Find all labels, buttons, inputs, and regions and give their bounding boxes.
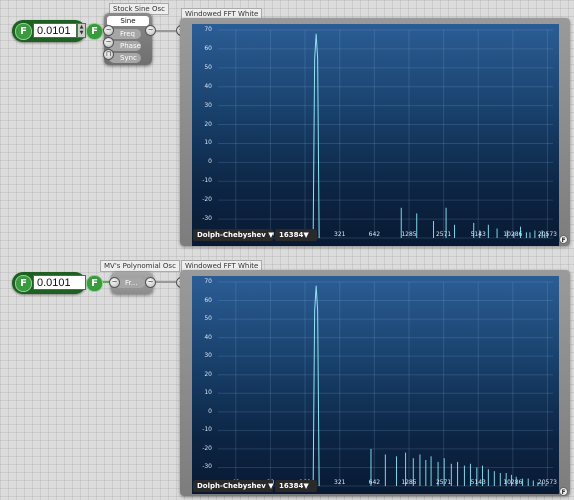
freq-value-field[interactable]: 0.0101	[33, 23, 77, 38]
y-tick-label: 60	[204, 44, 212, 52]
freq-value-field[interactable]: 0.0101	[33, 275, 86, 290]
float-corner-badge-1: F	[559, 235, 568, 244]
fft-size-select-1[interactable]: 16384▼	[275, 229, 317, 241]
y-tick-label: 50	[204, 63, 212, 71]
y-tick-label: 70	[204, 278, 212, 285]
y-tick-label: -30	[202, 215, 212, 223]
fft-module-2: 706050403020100-10-20-30-404080160321642…	[180, 270, 570, 496]
x-tick-label: 20573	[537, 479, 557, 486]
x-tick-label: 10286	[503, 231, 523, 238]
y-tick-label: 30	[204, 352, 212, 360]
sync-input-label: Sync	[120, 54, 137, 62]
freq-input-label: Freq	[120, 30, 135, 38]
dropdown-arrow-icon: ▼	[303, 231, 309, 239]
y-tick-label: -30	[202, 463, 212, 471]
fft-size-select-2[interactable]: 16384▼	[275, 480, 317, 492]
window-type-select-1[interactable]: Dolph-Chebyshev ▼	[193, 229, 274, 241]
y-tick-label: 40	[204, 82, 212, 90]
y-tick-label: 40	[204, 333, 212, 341]
float-badge-right: F	[86, 275, 103, 292]
waveform-select[interactable]: Sine	[107, 16, 149, 26]
fundamental-peak	[312, 285, 320, 487]
y-tick-label: 0	[208, 158, 212, 166]
sync-input-pin-icon[interactable]: ⊓	[103, 49, 114, 60]
y-tick-label: 50	[204, 315, 212, 323]
spectrum-svg-2	[218, 281, 553, 487]
y-tick-label: 60	[204, 296, 212, 304]
y-tick-label: 10	[204, 389, 212, 397]
x-tick-label: 5143	[470, 231, 486, 238]
freq-input-label: Fr...	[125, 279, 138, 287]
freq-number-box-2[interactable]: F 0.0101 F	[12, 272, 103, 294]
dropdown-arrow-icon: ▼	[268, 482, 274, 490]
freq-input-pin-icon[interactable]: ~	[109, 277, 120, 288]
poly-osc-title: MV's Polynomial Osc	[100, 260, 180, 272]
y-tick-label: 70	[204, 26, 212, 33]
audio-output-pin-icon[interactable]: ~	[145, 277, 156, 288]
x-tick-label: 20573	[537, 231, 557, 238]
freq-number-box-1[interactable]: F 0.0101 ▲ ▼ F	[12, 20, 103, 42]
x-tick-label: 1285	[401, 231, 417, 238]
float-badge-left: F	[15, 275, 32, 292]
spectrum-plot-1: 706050403020100-10-20-30-404080160321642…	[192, 24, 559, 246]
audio-output-pin-icon[interactable]: ~	[145, 25, 156, 36]
fft-module-1: 706050403020100-10-20-30-404080160321642…	[180, 18, 570, 246]
value-stepper[interactable]: ▲ ▼	[77, 23, 86, 38]
phase-input-label: Phase	[120, 42, 141, 50]
x-tick-label: 2571	[435, 479, 452, 486]
fundamental-peak	[312, 33, 320, 239]
spectrum-plot-2: 706050403020100-10-20-30-404080160321642…	[192, 276, 559, 494]
x-tick-label: 321	[334, 231, 346, 238]
y-tick-label: 20	[204, 370, 212, 378]
y-tick-label: -20	[202, 196, 212, 204]
y-tick-label: -20	[202, 444, 212, 452]
dropdown-arrow-icon: ▼	[268, 231, 274, 239]
y-tick-label: 20	[204, 120, 212, 128]
y-tick-label: 30	[204, 101, 212, 109]
phase-input-pin-icon[interactable]: ~	[103, 37, 114, 48]
y-tick-label: 10	[204, 139, 212, 147]
float-badge-right: F	[86, 23, 103, 40]
x-tick-label: 321	[334, 479, 346, 486]
x-tick-label: 642	[368, 479, 381, 486]
freq-input-pin-icon[interactable]: ~	[103, 25, 114, 36]
x-tick-label: 2571	[435, 231, 452, 238]
y-tick-label: -10	[202, 177, 212, 185]
x-tick-label: 5143	[470, 479, 486, 486]
y-tick-label: -10	[202, 426, 212, 434]
dropdown-arrow-icon: ▼	[303, 482, 309, 490]
y-tick-label: 0	[208, 407, 212, 415]
float-badge-left: F	[15, 23, 32, 40]
float-corner-badge-2: F	[559, 487, 568, 496]
x-tick-label: 642	[368, 231, 381, 238]
window-type-select-2[interactable]: Dolph-Chebyshev ▼	[193, 480, 274, 492]
x-tick-label: 1285	[401, 479, 417, 486]
spectrum-svg-1	[218, 29, 553, 239]
x-tick-label: 10286	[503, 479, 523, 486]
